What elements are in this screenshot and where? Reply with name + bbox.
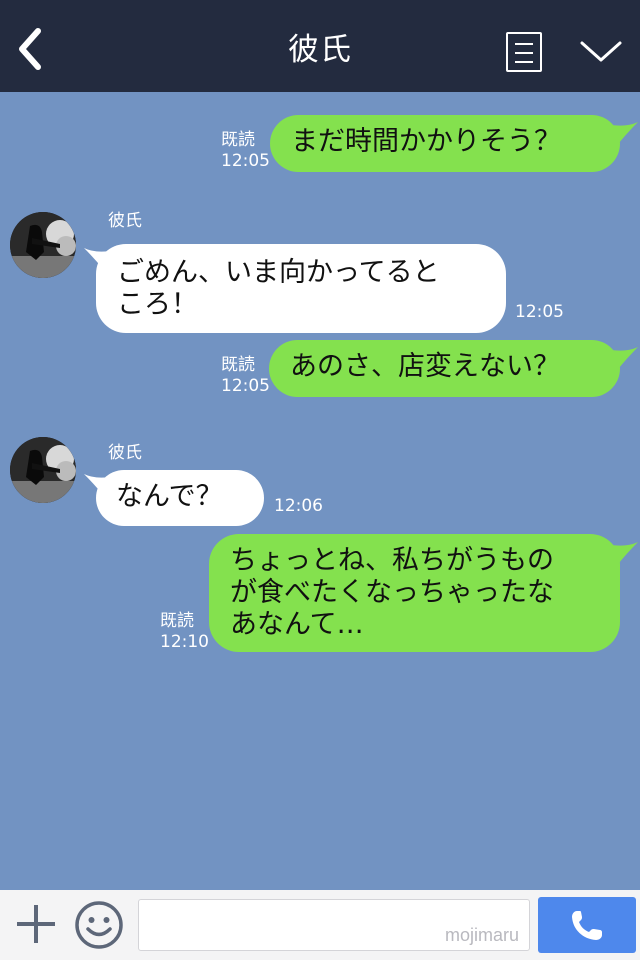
menu-list-icon[interactable] xyxy=(506,32,542,72)
avatar[interactable] xyxy=(10,437,76,503)
phone-icon xyxy=(572,911,602,940)
plus-icon[interactable] xyxy=(14,902,58,946)
message-bubble-received[interactable]: ごめん、いま向かってると ころ！ xyxy=(96,244,506,333)
message-bubble-sent[interactable]: まだ時間かかりそう？ xyxy=(270,115,620,172)
chat-title: 彼氏 xyxy=(288,32,352,68)
avatar[interactable] xyxy=(10,212,76,278)
read-receipt: 既読 12:05 xyxy=(221,355,270,396)
chevron-down-icon[interactable] xyxy=(578,34,624,68)
emoji-icon[interactable] xyxy=(74,900,124,950)
input-bar: mojimaru xyxy=(0,890,640,960)
bubble-tail xyxy=(606,347,638,369)
watermark-text: mojimaru xyxy=(444,925,519,945)
bubble-tail xyxy=(606,122,638,144)
message-time: 12:05 xyxy=(515,302,564,322)
message-bubble-sent[interactable]: あのさ、店変えない？ xyxy=(269,340,620,397)
sender-name: 彼氏 xyxy=(108,443,142,463)
message-bubble-received[interactable]: なんで？ xyxy=(96,470,264,526)
call-button[interactable] xyxy=(538,897,636,953)
message-bubble-sent[interactable]: ちょっとね、私ちがうもの が食べたくなっちゃったな あなんて… xyxy=(209,534,620,652)
message-time: 12:06 xyxy=(274,496,323,516)
bubble-tail xyxy=(606,542,638,564)
read-receipt: 既読 12:10 xyxy=(160,611,209,652)
chat-header: 彼氏 xyxy=(0,0,640,92)
sender-name: 彼氏 xyxy=(108,211,142,231)
message-input[interactable]: mojimaru xyxy=(138,899,530,951)
read-receipt: 既読 12:05 xyxy=(221,130,270,171)
